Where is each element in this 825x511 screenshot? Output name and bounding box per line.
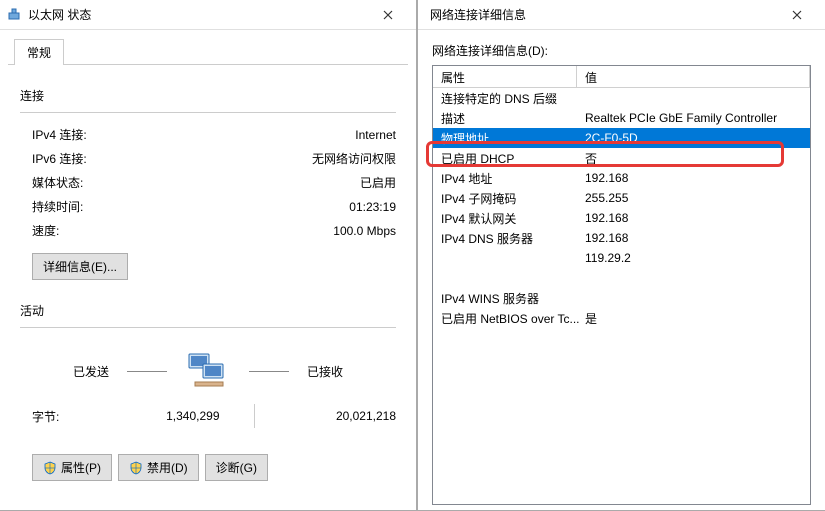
table-row[interactable]: IPv4 WINS 服务器 bbox=[433, 288, 810, 308]
prop-cell: 连接特定的 DNS 后缀 bbox=[441, 90, 585, 107]
col-property[interactable]: 属性 bbox=[433, 66, 577, 87]
prop-cell: IPv4 子网掩码 bbox=[441, 190, 585, 207]
table-row[interactable]: 已启用 NetBIOS over Tc...是 bbox=[433, 308, 810, 328]
table-row[interactable]: 连接特定的 DNS 后缀 bbox=[433, 88, 810, 108]
row-ipv4: IPv4 连接: Internet bbox=[20, 123, 396, 147]
computers-icon bbox=[185, 348, 231, 394]
value-cell: 192.168 bbox=[585, 171, 810, 185]
label: IPv6 连接: bbox=[32, 150, 172, 168]
value-cell: Realtek PCIe GbE Family Controller bbox=[585, 111, 810, 125]
content-left: 连接 IPv4 连接: Internet IPv6 连接: 无网络访问权限 媒体… bbox=[0, 65, 416, 493]
tabstrip: 常规 bbox=[8, 34, 408, 65]
tab-general[interactable]: 常规 bbox=[14, 39, 64, 65]
divider bbox=[20, 112, 396, 113]
section-connection: 连接 bbox=[20, 87, 396, 104]
prop-cell: 物理地址 bbox=[441, 130, 585, 147]
disable-button[interactable]: 禁用(D) bbox=[118, 454, 199, 481]
label: 持续时间: bbox=[32, 198, 172, 216]
row-ipv6: IPv6 连接: 无网络访问权限 bbox=[20, 147, 396, 171]
properties-button[interactable]: 属性(P) bbox=[32, 454, 112, 481]
table-row[interactable]: 已启用 DHCP否 bbox=[433, 148, 810, 168]
label: 媒体状态: bbox=[32, 174, 172, 192]
line-left bbox=[127, 371, 167, 372]
value-cell: 192.168 bbox=[585, 231, 810, 245]
table-row[interactable]: 物理地址2C-F0-5D bbox=[433, 128, 810, 148]
bytes-label: 字节: bbox=[32, 408, 112, 425]
window-title: 网络连接详细信息 bbox=[424, 6, 775, 23]
details-table[interactable]: 属性 值 连接特定的 DNS 后缀描述Realtek PCIe GbE Fami… bbox=[432, 65, 811, 505]
value: 已启用 bbox=[172, 174, 396, 192]
received-label: 已接收 bbox=[307, 363, 343, 380]
titlebar-left[interactable]: 以太网 状态 bbox=[0, 0, 416, 30]
table-row[interactable]: 119.29.2 bbox=[433, 248, 810, 268]
value-cell: 2C-F0-5D bbox=[585, 131, 810, 145]
value-cell: 是 bbox=[585, 310, 810, 327]
close-button[interactable] bbox=[775, 1, 819, 29]
table-body: 连接特定的 DNS 后缀描述Realtek PCIe GbE Family Co… bbox=[433, 88, 810, 328]
value-cell: 255.255 bbox=[585, 191, 810, 205]
btn-label: 属性(P) bbox=[61, 459, 101, 476]
titlebar-right[interactable]: 网络连接详细信息 bbox=[418, 0, 825, 30]
prop-cell: 描述 bbox=[441, 110, 585, 127]
label: IPv4 连接: bbox=[32, 126, 172, 144]
label: 速度: bbox=[32, 222, 172, 240]
diagnose-button[interactable]: 诊断(G) bbox=[205, 454, 268, 481]
value: 无网络访问权限 bbox=[172, 150, 396, 168]
divider bbox=[20, 327, 396, 328]
value-cell: 否 bbox=[585, 150, 810, 167]
network-details-window: 网络连接详细信息 网络连接详细信息(D): 属性 值 连接特定的 DNS 后缀描… bbox=[417, 0, 825, 511]
prop-cell: IPv4 默认网关 bbox=[441, 210, 585, 227]
bottom-buttons: 属性(P) 禁用(D) 诊断(G) bbox=[20, 434, 396, 481]
shield-icon bbox=[43, 461, 57, 475]
sent-label: 已发送 bbox=[73, 363, 109, 380]
window-title: 以太网 状态 bbox=[28, 6, 366, 23]
bytes-row: 字节: 1,340,299 20,021,218 bbox=[20, 398, 396, 434]
value-cell: 119.29.2 bbox=[585, 251, 810, 265]
list-label: 网络连接详细信息(D): bbox=[418, 30, 825, 65]
prop-cell: IPv4 WINS 服务器 bbox=[441, 290, 585, 307]
network-adapter-icon bbox=[6, 7, 22, 23]
value: 01:23:19 bbox=[172, 198, 396, 216]
row-duration: 持续时间: 01:23:19 bbox=[20, 195, 396, 219]
activity-graphic: 已发送 已接收 bbox=[20, 338, 396, 398]
prop-cell: 已启用 DHCP bbox=[441, 150, 585, 167]
value-cell: 192.168 bbox=[585, 211, 810, 225]
value: Internet bbox=[172, 126, 396, 144]
table-header: 属性 值 bbox=[433, 66, 810, 88]
row-media: 媒体状态: 已启用 bbox=[20, 171, 396, 195]
col-value[interactable]: 值 bbox=[577, 66, 810, 87]
btn-label: 禁用(D) bbox=[147, 459, 188, 476]
prop-cell: IPv4 DNS 服务器 bbox=[441, 230, 585, 247]
table-row[interactable]: IPv4 子网掩码255.255 bbox=[433, 188, 810, 208]
close-button[interactable] bbox=[366, 1, 410, 29]
value: 100.0 Mbps bbox=[172, 222, 396, 240]
shield-icon bbox=[129, 461, 143, 475]
table-row[interactable]: IPv4 默认网关192.168 bbox=[433, 208, 810, 228]
prop-cell: IPv4 地址 bbox=[441, 170, 585, 187]
bytes-received: 20,021,218 bbox=[289, 409, 397, 423]
line-right bbox=[249, 371, 289, 372]
details-button[interactable]: 详细信息(E)... bbox=[32, 253, 128, 280]
ethernet-status-window: 以太网 状态 常规 连接 IPv4 连接: Internet IPv6 连接: … bbox=[0, 0, 417, 511]
separator bbox=[254, 404, 255, 428]
table-row[interactable]: IPv4 DNS 服务器192.168 bbox=[433, 228, 810, 248]
section-activity: 活动 bbox=[20, 302, 396, 319]
prop-cell: 已启用 NetBIOS over Tc... bbox=[441, 310, 585, 327]
table-row[interactable]: IPv4 地址192.168 bbox=[433, 168, 810, 188]
bytes-sent: 1,340,299 bbox=[112, 409, 220, 423]
table-row[interactable]: 描述Realtek PCIe GbE Family Controller bbox=[433, 108, 810, 128]
row-speed: 速度: 100.0 Mbps bbox=[20, 219, 396, 243]
